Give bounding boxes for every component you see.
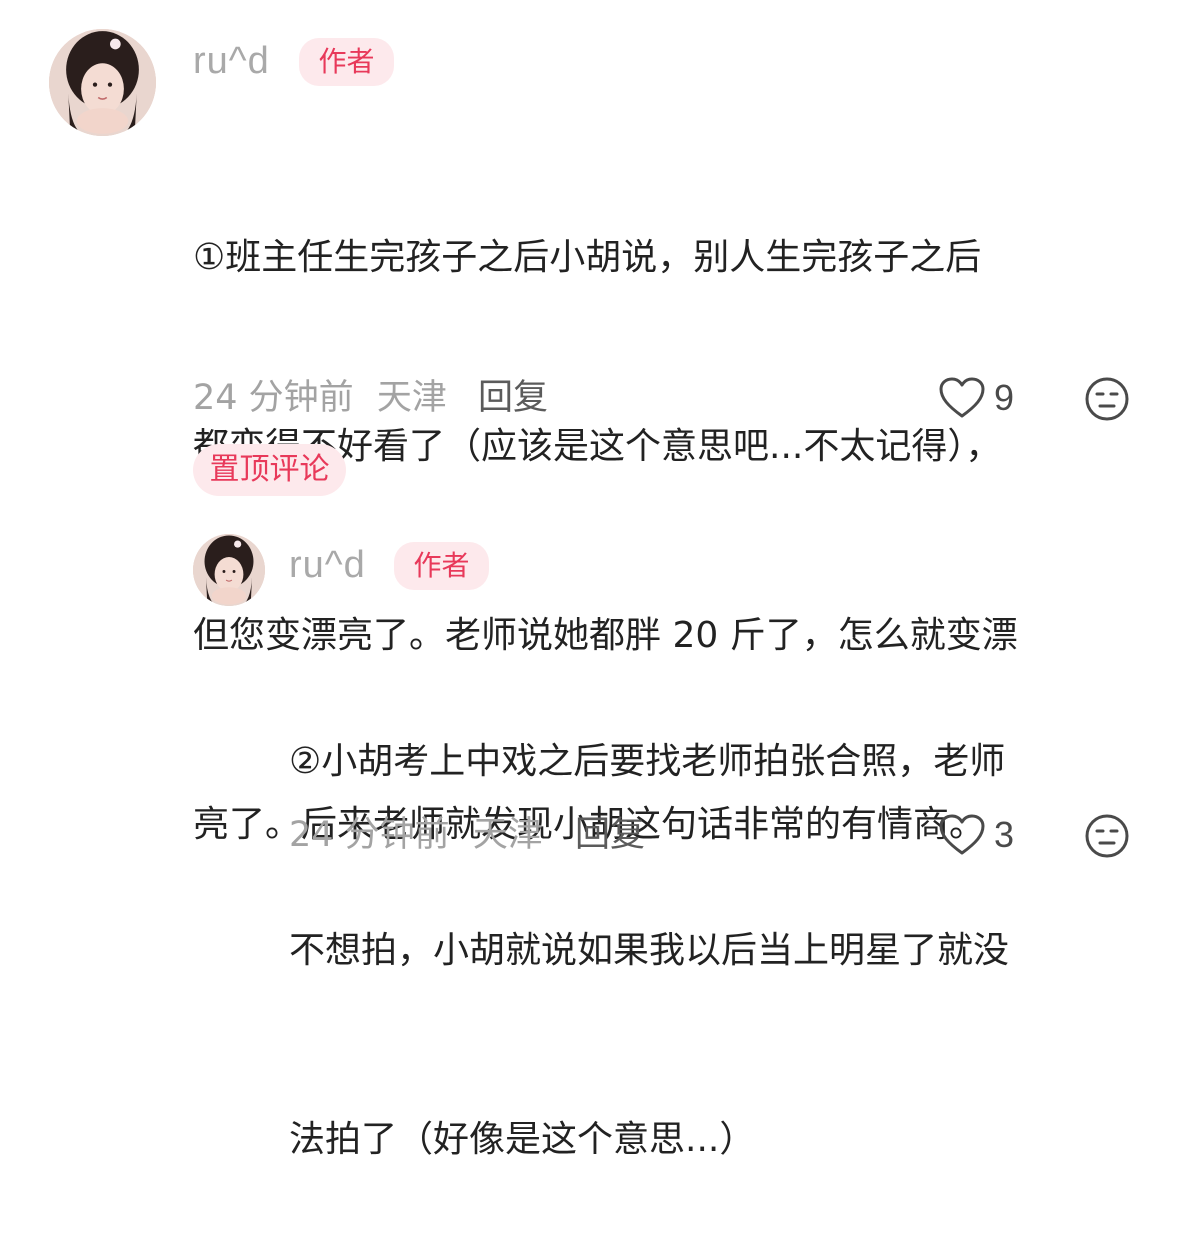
like-button[interactable]: 9 — [938, 375, 1014, 421]
like-count: 3 — [994, 814, 1015, 855]
comment-location: 天津 — [376, 378, 447, 418]
author-badge: 作者 — [394, 542, 489, 590]
pinned-comment-badge: 置顶评论 — [193, 444, 346, 496]
author-name[interactable]: ru^d — [289, 540, 366, 590]
meh-face-icon — [1085, 377, 1129, 421]
reply-button[interactable]: 回复 — [478, 375, 548, 421]
like-button[interactable]: 3 — [938, 812, 1014, 858]
avatar-image — [49, 29, 156, 136]
heart-outline-icon — [939, 377, 985, 418]
comment-time: 24 分钟前 — [289, 815, 450, 855]
meh-face-icon — [1085, 814, 1129, 858]
heart-outline-icon — [939, 814, 985, 855]
author-name[interactable]: ru^d — [193, 36, 270, 86]
comment-text: ②小胡考上中戏之后要找老师拍张合照，老师 不想拍，小胡就说如果我以后当上明星了就… — [289, 604, 1159, 1234]
dislike-button[interactable] — [1084, 376, 1130, 422]
avatar-image — [193, 534, 265, 606]
avatar[interactable] — [193, 534, 265, 606]
comment-line: ①班主任生完孩子之后小胡说，别人生完孩子之后 — [193, 237, 982, 278]
reply-button[interactable]: 回复 — [575, 812, 645, 858]
like-count: 9 — [994, 377, 1015, 418]
comment-line: 不想拍，小胡就说如果我以后当上明星了就没 — [289, 930, 1010, 971]
comment-line: 法拍了（好像是这个意思...） — [289, 1119, 756, 1160]
comment-meta: 24 分钟前 天津 — [193, 375, 447, 421]
comment-line: ②小胡考上中戏之后要找老师拍张合照，老师 — [289, 741, 1006, 782]
comment-time: 24 分钟前 — [193, 378, 354, 418]
avatar[interactable] — [49, 29, 156, 136]
author-badge: 作者 — [299, 38, 394, 86]
comment-location: 天津 — [472, 815, 543, 855]
comment-meta: 24 分钟前 天津 — [289, 812, 543, 858]
dislike-button[interactable] — [1084, 813, 1130, 859]
